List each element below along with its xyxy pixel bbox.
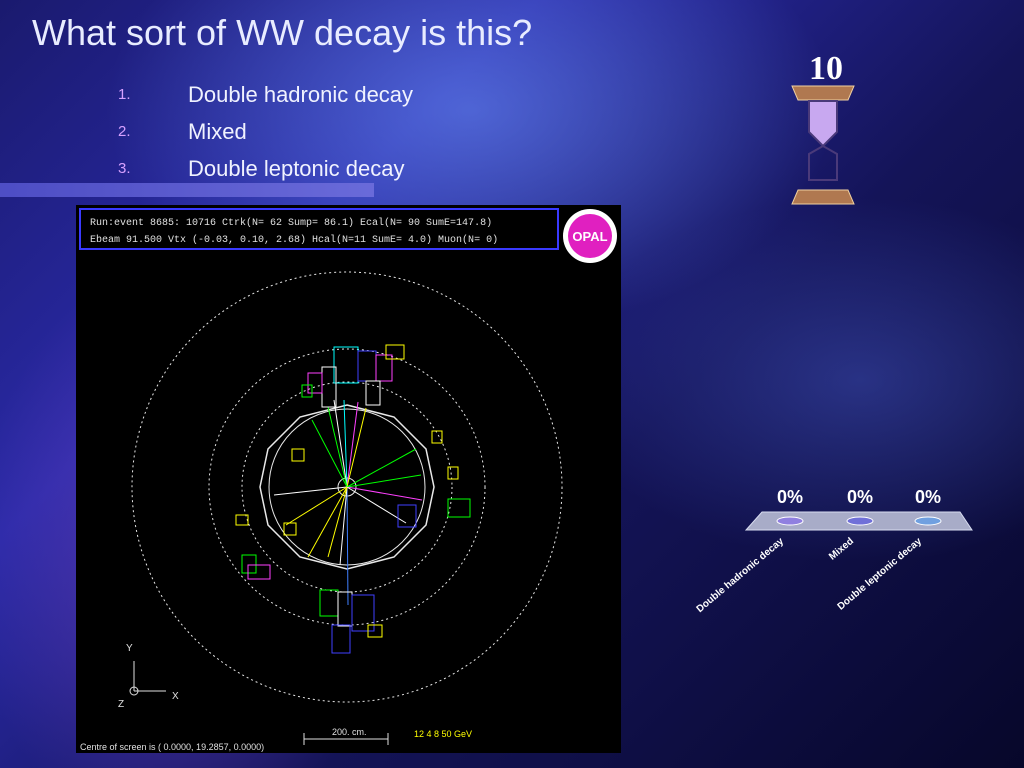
event-header-line2: Ebeam 91.500 Vtx (-0.03, 0.10, 2.68) Hca…	[90, 234, 498, 246]
title-underline-bar	[0, 183, 374, 197]
centre-of-screen-text: Centre of screen is ( 0.0000, 19.2857, 0…	[80, 742, 264, 752]
option-number: 1.	[118, 86, 131, 103]
option-text: Double hadronic decay	[188, 81, 414, 107]
opal-logo-text: OPAL	[572, 229, 607, 244]
axis-x-label: X	[172, 691, 179, 702]
scale-label: 200. cm.	[332, 727, 367, 737]
event-header-line1: Run:event 8685: 10716 Ctrk(N= 62 Sump= 8…	[90, 217, 492, 229]
answer-options: 1. Double hadronic decay 2. Mixed 3. Dou…	[118, 76, 413, 187]
event-display-canvas: Run:event 8685: 10716 Ctrk(N= 62 Sump= 8…	[79, 208, 617, 752]
calorimeter-blocks	[235, 344, 471, 654]
chart-bar	[914, 516, 942, 526]
answer-option-3[interactable]: 3. Double leptonic decay	[118, 150, 413, 187]
opal-logo: OPAL	[563, 209, 617, 263]
slide-title: What sort of WW decay is this?	[32, 12, 533, 53]
chart-bar	[776, 516, 804, 526]
option-text: Double leptonic decay	[188, 155, 405, 181]
countdown-timer: 10	[809, 50, 843, 87]
option-text: Mixed	[188, 118, 247, 144]
option-number: 3.	[118, 160, 131, 177]
chart-labels: 0%Double hadronic decay0%Mixed0%Double l…	[695, 487, 941, 615]
chart-value-label: 0%	[915, 487, 941, 507]
answer-option-2[interactable]: 2. Mixed	[118, 113, 413, 150]
hourglass-icon	[791, 85, 855, 205]
opal-event-display: Run:event 8685: 10716 Ctrk(N= 62 Sump= 8…	[76, 205, 621, 753]
axis-z-label: Z	[118, 699, 124, 710]
energy-scale-label: 12 4 8 50 GeV	[414, 729, 472, 739]
response-chart: 0%Double hadronic decay0%Mixed0%Double l…	[695, 487, 973, 615]
chart-category-label: Double hadronic decay	[695, 536, 787, 615]
option-number: 2.	[118, 123, 131, 140]
chart-bar	[846, 516, 874, 526]
particle-tracks	[273, 399, 423, 606]
chart-value-label: 0%	[847, 487, 873, 507]
axis-y-label: Y	[126, 643, 133, 654]
axis-indicator	[129, 661, 166, 696]
chart-category-label: Mixed	[827, 536, 856, 563]
answer-option-1[interactable]: 1. Double hadronic decay	[118, 76, 413, 113]
chart-value-label: 0%	[777, 487, 803, 507]
